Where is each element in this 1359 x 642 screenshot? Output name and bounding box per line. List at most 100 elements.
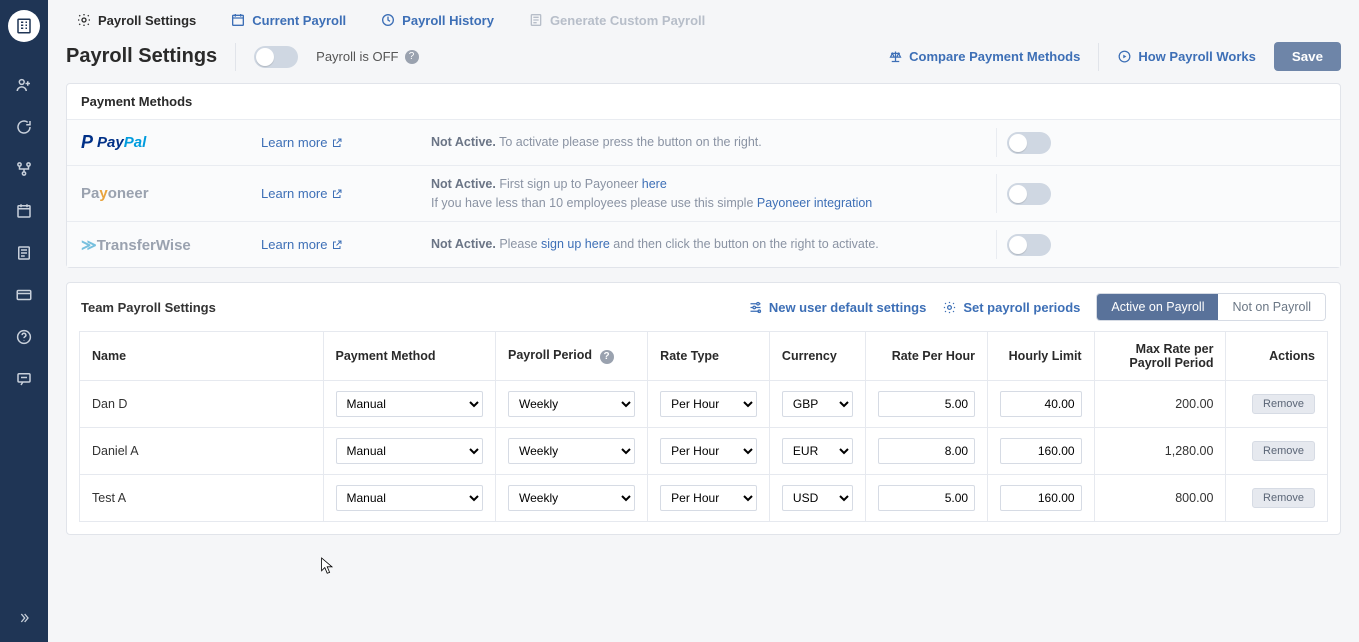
currency-select[interactable]: USD [782, 485, 853, 511]
payoneer-status: Not Active. First sign up to Payoneer he… [431, 175, 996, 211]
page-title: Payroll Settings [66, 45, 217, 68]
tab-current-payroll[interactable]: Current Payroll [230, 12, 346, 28]
payoneer-toggle[interactable] [1007, 183, 1051, 205]
remove-button[interactable]: Remove [1252, 441, 1315, 461]
pill-not-on-payroll[interactable]: Not on Payroll [1218, 294, 1325, 320]
currency-select[interactable]: EUR [782, 438, 853, 464]
transferwise-logo: ≫TransferWise [81, 236, 261, 254]
help-icon[interactable]: ? [405, 50, 419, 64]
tab-label: Current Payroll [252, 13, 346, 28]
hourly-limit-input[interactable] [1000, 438, 1082, 464]
table-row: Test A Manual Weekly Per Hour USD 800.00 Remov… [80, 475, 1328, 522]
cell-max-rate: 200.00 [1094, 381, 1226, 428]
paypal-logo: PPayPal [81, 132, 261, 153]
cell-name: Test A [80, 475, 324, 522]
tab-payroll-settings[interactable]: Payroll Settings [76, 12, 196, 28]
how-payroll-works-link[interactable]: How Payroll Works [1117, 49, 1256, 64]
nav-card-icon[interactable] [0, 274, 48, 316]
nav-calendar-icon[interactable] [0, 190, 48, 232]
toggle-label: Payroll is OFF ? [316, 49, 418, 64]
col-period[interactable]: Payroll Period ? [495, 332, 647, 381]
col-rate-per-hour[interactable]: Rate Per Hour [866, 332, 988, 381]
nav-help-icon[interactable] [0, 316, 48, 358]
payroll-enable-toggle[interactable] [254, 46, 298, 68]
tab-payroll-history[interactable]: Payroll History [380, 12, 494, 28]
col-hourly-limit[interactable]: Hourly Limit [988, 332, 1095, 381]
rate-per-hour-input[interactable] [878, 485, 975, 511]
rate-per-hour-input[interactable] [878, 438, 975, 464]
tab-generate-custom: Generate Custom Payroll [528, 12, 705, 28]
gear-icon [76, 12, 92, 28]
paypal-toggle[interactable] [1007, 132, 1051, 154]
cell-name: Daniel A [80, 428, 324, 475]
transferwise-toggle[interactable] [1007, 234, 1051, 256]
team-payroll-card: Team Payroll Settings New user default s… [66, 282, 1341, 535]
cell-max-rate: 1,280.00 [1094, 428, 1226, 475]
pill-active-on-payroll[interactable]: Active on Payroll [1097, 294, 1218, 320]
pm-row-paypal: PPayPal Learn more Not Active. To activa… [67, 119, 1340, 165]
external-link-icon [331, 188, 343, 200]
payoneer-here-link[interactable]: here [642, 177, 667, 191]
col-max-rate[interactable]: Max Rate per Payroll Period [1094, 332, 1226, 381]
payroll-period-select[interactable]: Weekly [508, 438, 635, 464]
col-method[interactable]: Payment Method [323, 332, 495, 381]
help-icon[interactable]: ? [600, 350, 614, 364]
team-table: Name Payment Method Payroll Period ? Rat… [79, 331, 1328, 522]
payoneer-integration-link[interactable]: Payoneer integration [757, 196, 872, 210]
save-button[interactable]: Save [1274, 42, 1341, 71]
remove-button[interactable]: Remove [1252, 394, 1315, 414]
calendar-icon [230, 12, 246, 28]
rate-per-hour-input[interactable] [878, 391, 975, 417]
external-link-icon [331, 137, 343, 149]
transferwise-status: Not Active. Please sign up here and then… [431, 235, 996, 253]
payroll-period-select[interactable]: Weekly [508, 391, 635, 417]
remove-button[interactable]: Remove [1252, 488, 1315, 508]
scales-icon [888, 49, 903, 64]
transferwise-signup-link[interactable]: sign up here [541, 237, 610, 251]
currency-select[interactable]: GBP [782, 391, 853, 417]
paypal-status: Not Active. To activate please press the… [431, 133, 996, 151]
nav-document-icon[interactable] [0, 232, 48, 274]
tab-label: Generate Custom Payroll [550, 13, 705, 28]
divider [235, 43, 236, 71]
cell-max-rate: 800.00 [1094, 475, 1226, 522]
table-row: Dan DManualWeeklyPer HourGBP200.00Remove [80, 381, 1328, 428]
payoneer-learn-more-link[interactable]: Learn more [261, 186, 431, 201]
payoneer-logo: Payoneer [81, 185, 261, 202]
main-content: Payroll Settings Current Payroll Payroll… [48, 0, 1359, 642]
tab-label: Payroll History [402, 13, 494, 28]
team-heading: Team Payroll Settings [81, 300, 216, 315]
payment-method-select[interactable]: Manual [336, 438, 483, 464]
history-icon [380, 12, 396, 28]
transferwise-learn-more-link[interactable]: Learn more [261, 237, 431, 252]
hourly-limit-input[interactable] [1000, 391, 1082, 417]
col-rate-type[interactable]: Rate Type [648, 332, 770, 381]
set-periods-link[interactable]: Set payroll periods [942, 300, 1080, 315]
tab-label: Payroll Settings [98, 13, 196, 28]
col-name[interactable]: Name [80, 332, 324, 381]
sidebar-expand-icon[interactable] [0, 600, 48, 636]
app-logo[interactable] [8, 10, 40, 42]
rate-type-select[interactable]: Per Hour [660, 438, 757, 464]
nav-chat-icon[interactable] [0, 358, 48, 400]
compare-methods-link[interactable]: Compare Payment Methods [888, 49, 1080, 64]
pm-row-transferwise: ≫TransferWise Learn more Not Active. Ple… [67, 221, 1340, 267]
col-actions[interactable]: Actions [1226, 332, 1328, 381]
payroll-period-select[interactable]: Weekly [508, 485, 635, 511]
nav-workflow-icon[interactable] [0, 148, 48, 190]
rate-type-select[interactable]: Per Hour [660, 485, 757, 511]
payment-method-select[interactable]: Manual [336, 485, 483, 511]
sidebar [0, 0, 48, 642]
divider [1098, 43, 1099, 71]
new-user-defaults-link[interactable]: New user default settings [748, 300, 926, 315]
sliders-icon [748, 300, 763, 315]
hourly-limit-input[interactable] [1000, 485, 1082, 511]
table-row: Daniel A Manual Weekly Per Hour EUR 1,280.00 R… [80, 428, 1328, 475]
col-currency[interactable]: Currency [769, 332, 865, 381]
nav-add-user-icon[interactable] [0, 64, 48, 106]
payment-method-select[interactable]: Manual [336, 391, 483, 417]
nav-refresh-icon[interactable] [0, 106, 48, 148]
rate-type-select[interactable]: Per Hour [660, 391, 757, 417]
pm-row-payoneer: Payoneer Learn more Not Active. First si… [67, 165, 1340, 221]
paypal-learn-more-link[interactable]: Learn more [261, 135, 431, 150]
